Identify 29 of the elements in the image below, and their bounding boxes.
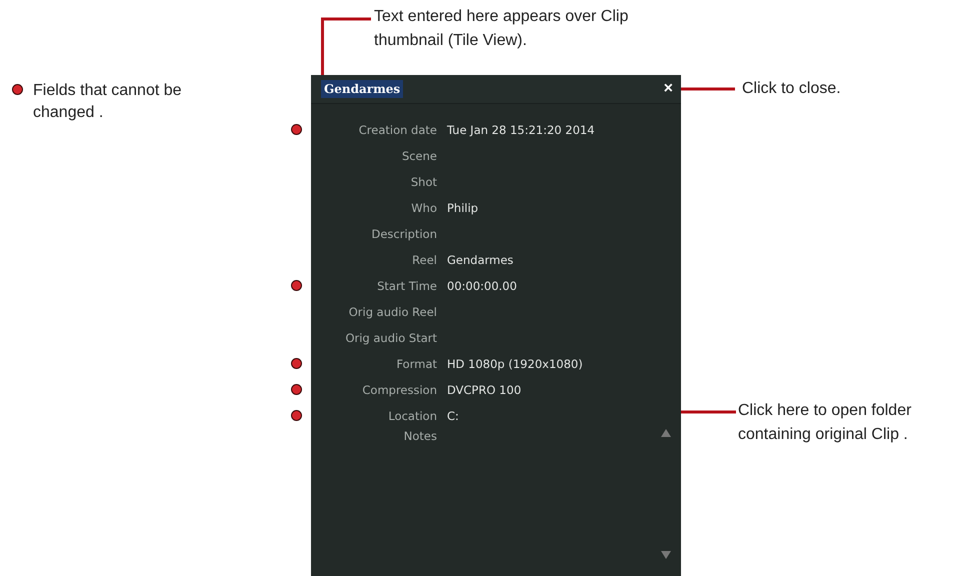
field-label: Reel — [411, 253, 437, 267]
close-button[interactable]: × — [662, 81, 675, 97]
callout-text: Text entered here appears over Clip thumbnail (Tile View). — [374, 7, 630, 51]
field-label: Who — [410, 201, 437, 215]
field-label: Scene — [400, 149, 437, 163]
callout-text: Click here to open folder containing original Clip . — [738, 401, 912, 445]
title-field[interactable]: Gendarmes — [321, 80, 404, 98]
field-value[interactable]: Gendarmes — [447, 253, 514, 267]
field-value: HD 1080p (1920x1080) — [447, 357, 583, 371]
field-value[interactable]: Philip — [447, 201, 478, 215]
scroll-down-icon[interactable] — [661, 551, 671, 559]
field-label: Start Time — [376, 279, 437, 293]
field-label: Creation date — [358, 123, 437, 137]
field-label: Shot — [410, 175, 437, 189]
marker-dot-icon — [12, 84, 23, 95]
field-label: Location — [387, 409, 437, 423]
field-label: Description — [370, 227, 437, 241]
field-value: 00:00:00.00 — [447, 279, 517, 293]
field-label: Orig audio Reel — [348, 305, 437, 319]
field-label: Compression — [361, 383, 437, 397]
legend-text: Fields that cannot be changed . — [33, 81, 183, 123]
field-value: C: — [447, 409, 459, 423]
field-value: DVCPRO 100 — [447, 383, 522, 397]
callout-text: Click to close. — [742, 79, 841, 99]
field-value: Tue Jan 28 15:21:20 2014 — [447, 123, 595, 137]
scroll-up-icon[interactable] — [661, 429, 671, 437]
field-label: Notes — [402, 429, 437, 443]
field-label: Format — [395, 357, 437, 371]
field-label: Orig audio Start — [344, 331, 437, 345]
